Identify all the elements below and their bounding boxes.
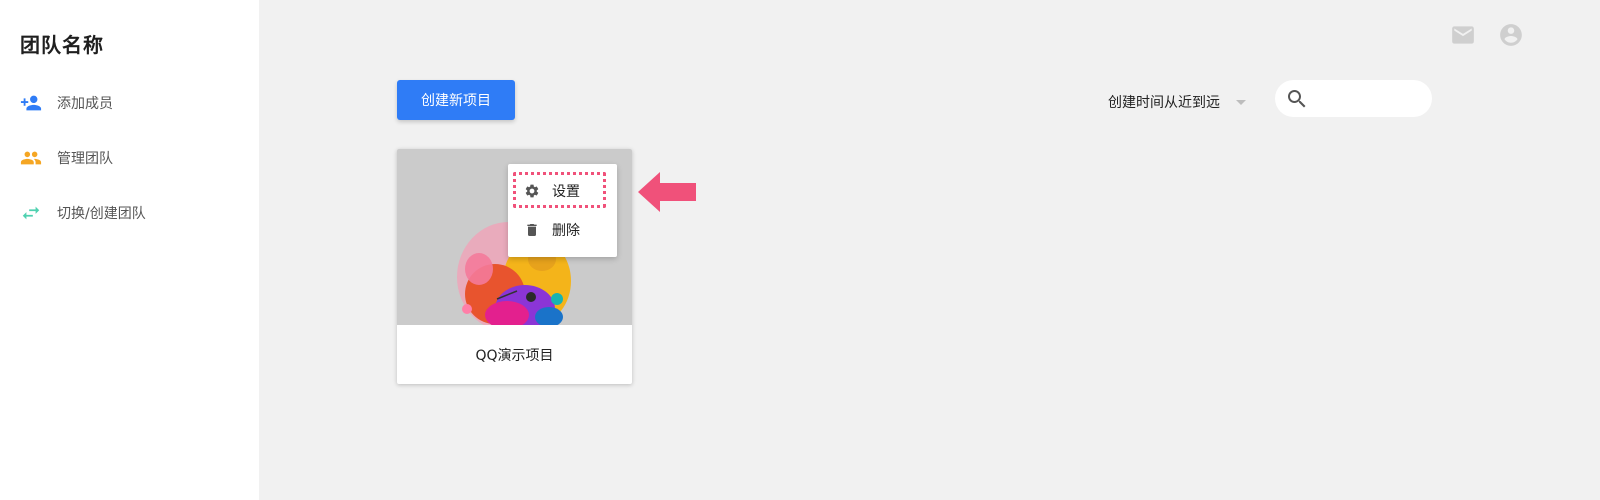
account-circle-icon[interactable]: [1498, 22, 1524, 48]
menu-item-delete[interactable]: 删除: [508, 212, 617, 248]
sort-value: 创建时间从近到远: [1108, 95, 1220, 111]
chevron-down-icon: [1236, 99, 1246, 105]
swap-icon: [20, 202, 42, 224]
trash-icon: [524, 222, 540, 238]
menu-item-label: 删除: [552, 223, 580, 239]
search-input[interactable]: [1315, 90, 1425, 107]
group-icon: [20, 147, 42, 169]
annotation-highlight-box: [513, 172, 606, 208]
sidebar-item-label: 切换/创建团队: [57, 206, 146, 222]
sidebar-item-switch-team[interactable]: 切换/创建团队: [20, 201, 146, 225]
sidebar: 团队名称 添加成员 管理团队 切换/创建团队: [0, 0, 259, 500]
sidebar-item-manage-team[interactable]: 管理团队: [20, 146, 113, 170]
search-box[interactable]: [1275, 80, 1432, 117]
sidebar-item-add-member[interactable]: 添加成员: [20, 91, 113, 115]
sort-select[interactable]: 创建时间从近到远: [1108, 91, 1246, 113]
create-project-button[interactable]: 创建新项目: [397, 80, 515, 120]
sidebar-item-label: 添加成员: [57, 96, 113, 112]
search-icon: [1285, 87, 1309, 111]
annotation-arrow-icon: [638, 172, 696, 212]
mail-icon[interactable]: [1450, 22, 1476, 48]
project-title: QQ演示项目: [475, 347, 554, 364]
team-name: 团队名称: [20, 33, 104, 57]
sidebar-item-label: 管理团队: [57, 151, 113, 167]
add-person-icon: [20, 92, 42, 114]
